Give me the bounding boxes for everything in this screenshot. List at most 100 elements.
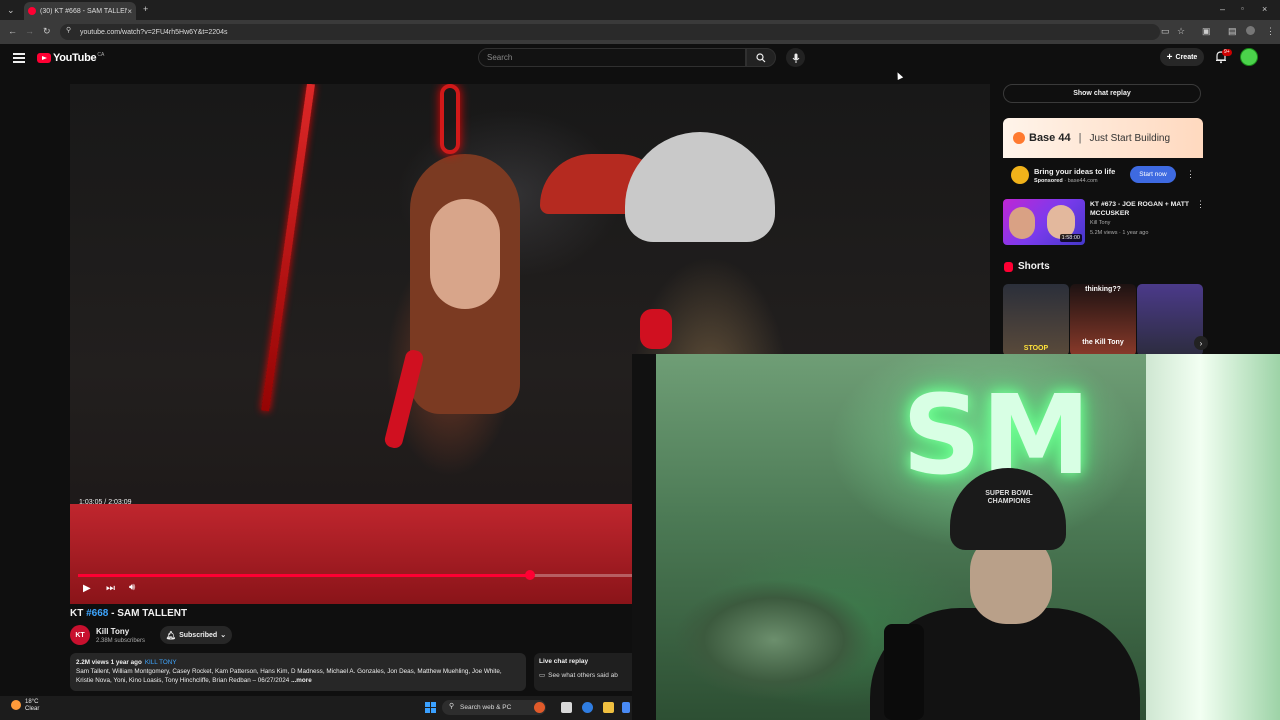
ad-title[interactable]: Bring your ideas to life	[1034, 167, 1115, 176]
browser-tab-bar	[0, 0, 1280, 20]
next-video-icon[interactable]: ⏭	[106, 583, 115, 594]
webcam-window	[1146, 354, 1280, 720]
webcam-microphone	[884, 624, 924, 720]
volume-icon[interactable]: 🔊︎	[129, 582, 135, 593]
video-frame-table	[70, 504, 670, 604]
forward-arrow-icon[interactable]: →	[25, 27, 34, 36]
short-thumbnail[interactable]: thinking?? the Kill Tony	[1070, 284, 1136, 356]
edge-browser-icon[interactable]	[582, 702, 593, 713]
bell-icon: 🔔︎	[165, 630, 177, 640]
recommended-video-title[interactable]: KT #673 - JOE ROGAN + MATT MCCUSKER	[1090, 200, 1190, 218]
cap-logo-text: SUPER BOWL CHAMPIONS	[985, 490, 1033, 505]
shorts-heading: Shorts	[1018, 261, 1050, 272]
chat-icon: ▭	[539, 672, 546, 679]
hamburger-menu-icon[interactable]	[13, 53, 25, 63]
short-thumbnail[interactable]: STOOP	[1003, 284, 1069, 356]
sidepanel-icon[interactable]: ▤	[1228, 27, 1237, 36]
video-title-hashtag[interactable]: #668	[86, 608, 108, 619]
create-label: Create	[1175, 53, 1198, 61]
install-app-icon[interactable]: ▭	[1161, 27, 1170, 36]
progress-bar-fill	[78, 574, 530, 577]
video-duration: 1:58:00	[1059, 234, 1082, 242]
minimize-icon[interactable]: –	[1220, 5, 1225, 14]
subscribed-label: Subscribed	[179, 631, 218, 639]
recommended-video-thumbnail[interactable]: 1:58:00	[1003, 199, 1085, 245]
search-button[interactable]	[746, 48, 776, 67]
channel-name[interactable]: Kill Tony	[96, 627, 129, 636]
site-info-icon[interactable]: ⚲	[66, 27, 71, 34]
video-title-prefix: KT	[70, 608, 84, 619]
more-link[interactable]: ...more	[291, 677, 312, 684]
webcam-desk-items	[674, 570, 884, 710]
browser-tab-active[interactable]: (30) KT #668 - SAM TALLENT - ×	[24, 2, 136, 20]
microphone-icon	[792, 53, 799, 63]
recommended-video-channel[interactable]: Kill Tony	[1090, 220, 1110, 226]
profile-icon[interactable]	[1246, 26, 1255, 35]
youtube-country-code: CA	[97, 52, 105, 58]
account-avatar[interactable]	[1240, 48, 1258, 66]
ad-separator: |	[1078, 132, 1082, 144]
ad-domain: · base44.com	[1064, 178, 1098, 184]
chevron-right-icon[interactable]: ›	[1194, 336, 1208, 350]
subscribed-button[interactable]: 🔔︎ Subscribed ⌄	[160, 626, 232, 644]
ad-sponsored-line: Sponsored · base44.com	[1034, 178, 1098, 184]
chrome-taskbar-icon[interactable]	[622, 702, 630, 713]
search-icon	[756, 52, 766, 62]
webcam-overlay: SM SUPER BOWL CHAMPIONS	[632, 354, 1280, 720]
bookmark-star-icon[interactable]: ☆	[1177, 27, 1185, 36]
taskbar-app-icon[interactable]	[534, 702, 545, 713]
recommended-video-meta: 5.2M views · 1 year ago	[1090, 230, 1149, 236]
shorts-logo-icon	[1004, 262, 1013, 272]
youtube-logo[interactable]: YouTube CA	[37, 52, 104, 64]
video-frame-trucker-cap	[625, 132, 775, 242]
tab-close-icon[interactable]: ×	[127, 7, 132, 16]
live-chat-title: Live chat replay	[539, 658, 589, 665]
rec-more-options-icon[interactable]: ⋮	[1196, 199, 1205, 210]
create-button[interactable]: + Create	[1160, 48, 1204, 66]
file-explorer-icon[interactable]	[603, 702, 614, 713]
start-now-button[interactable]: Start now	[1130, 166, 1176, 183]
live-chat-replay-card[interactable]: Live chat replay ▭ See what others said a…	[534, 653, 644, 691]
extensions-icon[interactable]: ▣	[1202, 27, 1211, 36]
youtube-play-logo-icon	[37, 53, 51, 63]
notification-count-badge: 9+	[1222, 49, 1232, 56]
ad-banner[interactable]: Base 44 | Just Start Building	[1003, 118, 1203, 158]
channel-hashtag[interactable]: KILL TONY	[145, 659, 177, 666]
reload-icon[interactable]: ↻	[43, 27, 51, 36]
short-thumbnail[interactable]	[1137, 284, 1203, 356]
weather-widget[interactable]: 18°C Clear	[25, 699, 39, 713]
video-frame-face	[430, 199, 500, 309]
windows-start-icon[interactable]	[425, 702, 436, 713]
progress-scrubber-handle[interactable]	[525, 570, 535, 580]
description-box[interactable]: 2.2M views 1 year ago KILL TONY Sam Talle…	[70, 653, 526, 691]
weather-condition: Clear	[25, 706, 40, 712]
voice-search-button[interactable]	[786, 48, 805, 67]
search-input[interactable]: Search	[478, 48, 746, 67]
video-frame-neon-sign	[440, 84, 460, 154]
advertiser-avatar[interactable]	[1011, 166, 1029, 184]
channel-avatar[interactable]: KT	[70, 625, 90, 645]
ad-brand: Base 44	[1029, 132, 1071, 144]
window-close-icon[interactable]: ×	[1262, 5, 1267, 14]
weather-icon[interactable]	[11, 700, 21, 710]
video-title-suffix: - SAM TALLENT	[111, 608, 188, 619]
video-frame-neon-light	[261, 84, 315, 412]
tab-list-chevron-icon[interactable]: ⌄	[7, 6, 15, 15]
url-text: youtube.com/watch?v=2FU4rh5Hw6Y&t=2204s	[80, 28, 228, 36]
taskbar-search-text: Search web & PC	[460, 704, 512, 711]
url-bar[interactable]: youtube.com/watch?v=2FU4rh5Hw6Y&t=2204s	[60, 24, 1160, 40]
back-arrow-icon[interactable]: ←	[8, 27, 17, 36]
search-placeholder: Search	[487, 53, 513, 62]
chrome-menu-icon[interactable]: ⋮	[1266, 27, 1275, 36]
play-icon[interactable]: ▶	[83, 583, 91, 594]
maximize-icon[interactable]: ▫	[1241, 5, 1244, 13]
plus-icon: +	[1166, 51, 1173, 63]
show-chat-replay-button[interactable]: Show chat replay	[1003, 84, 1201, 103]
short-caption: the Kill Tony	[1082, 339, 1124, 346]
task-view-icon[interactable]	[561, 702, 572, 713]
new-tab-button[interactable]: +	[143, 5, 148, 14]
short-caption: STOOP	[1023, 345, 1049, 352]
views-meta: 2.2M views 1 year ago	[76, 659, 142, 666]
ad-more-options-icon[interactable]: ⋮	[1186, 169, 1195, 180]
taskbar-search[interactable]: Search web & PC	[442, 700, 546, 715]
